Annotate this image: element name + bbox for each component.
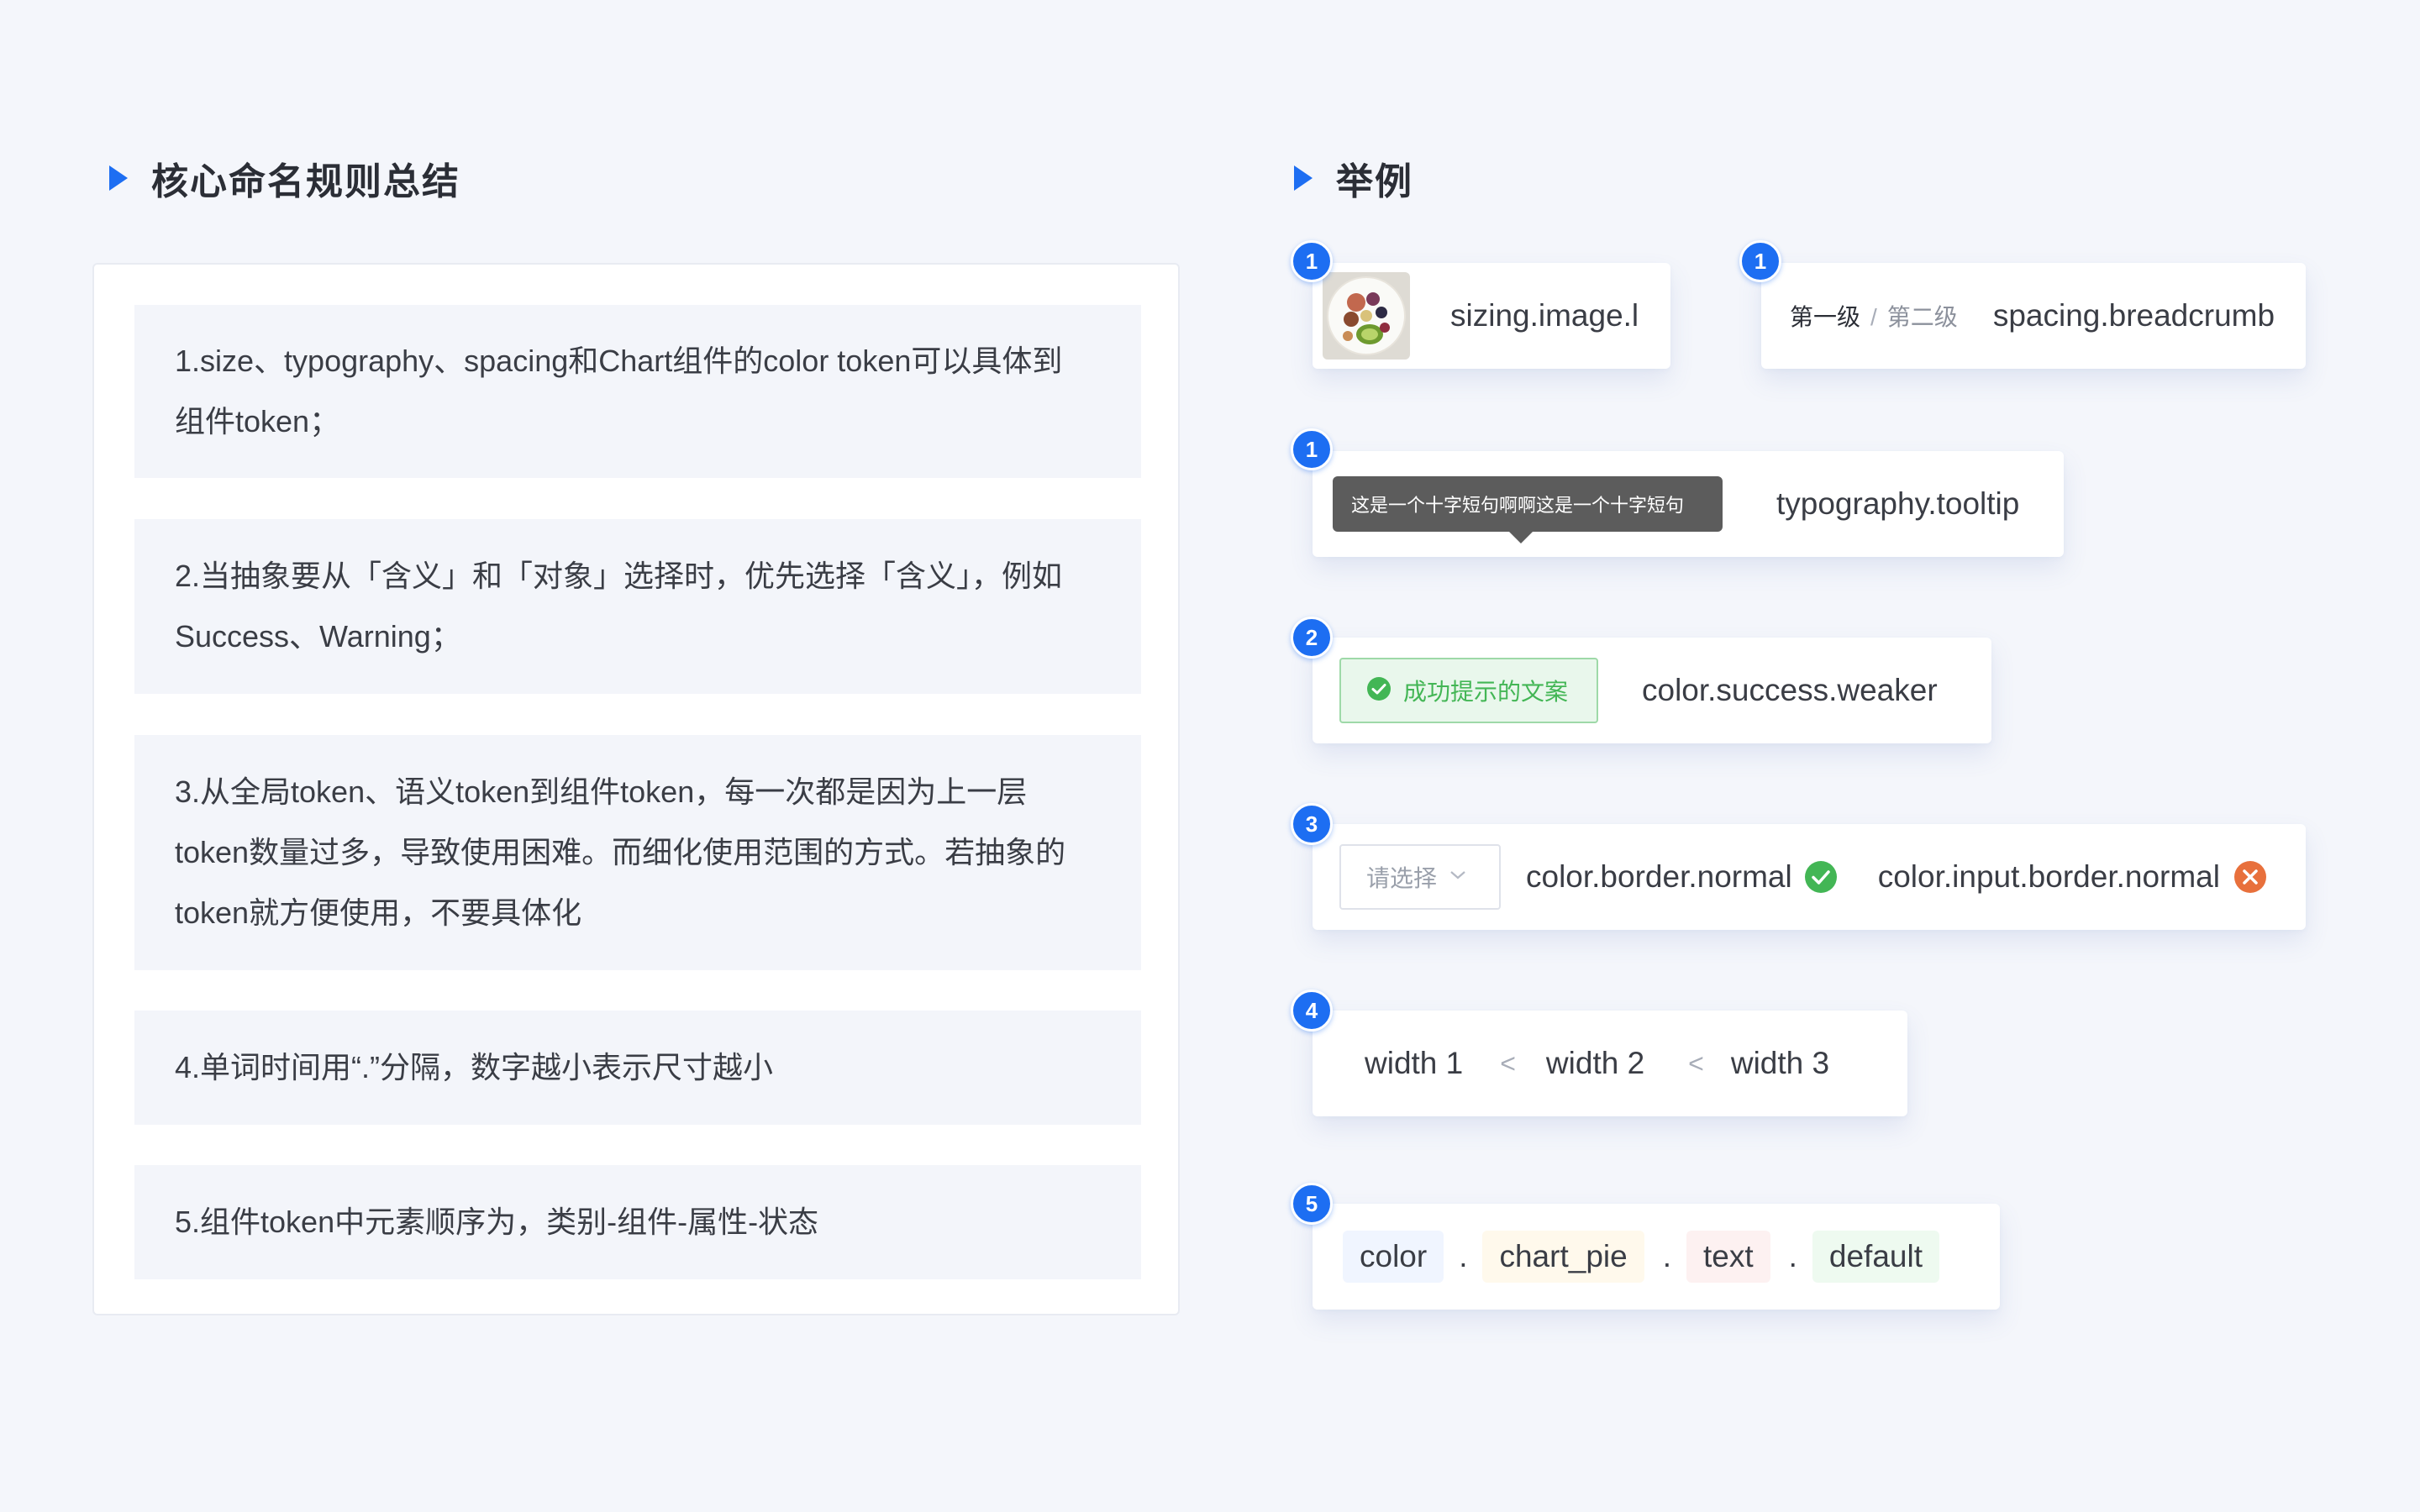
select-placeholder: 请选择 bbox=[1366, 865, 1438, 891]
chevron-down-icon bbox=[1449, 869, 1467, 885]
dot-separator: . bbox=[1788, 1239, 1797, 1273]
token-label: typography.tooltip bbox=[1776, 486, 2020, 521]
number-badge: 1 bbox=[1291, 240, 1333, 282]
rule-text: 3.从全局token、语义token到组件token，每一次都是因为上一层 to… bbox=[175, 762, 1065, 943]
select-dropdown[interactable]: 请选择 bbox=[1339, 844, 1501, 910]
rule-line: 2.当抽象要从「含义」和「对象」选择时，优先选择「含义」，例如 bbox=[175, 559, 1063, 593]
breadcrumb-level-2: 第二级 bbox=[1886, 304, 1958, 330]
example-image-card: sizing.image.l bbox=[1313, 263, 1670, 369]
example-order-card: color . chart_pie . text . default bbox=[1313, 1204, 2000, 1310]
rule-text: 5.组件token中元素顺序为，类别-组件-属性-状态 bbox=[175, 1192, 818, 1252]
number-badge: 2 bbox=[1291, 617, 1333, 659]
token-label: color.success.weaker bbox=[1642, 673, 1938, 707]
examples-title: 举例 bbox=[1336, 161, 1413, 202]
example-success-card: 成功提示的文案 color.success.weaker bbox=[1313, 638, 1991, 743]
rule-item: 3.从全局token、语义token到组件token，每一次都是因为上一层 to… bbox=[134, 735, 1141, 970]
rules-title: 核心命名规则总结 bbox=[151, 161, 460, 202]
examples-section-title: 举例 bbox=[1294, 151, 1413, 205]
example-width-card: width 1 < width 2 < width 3 bbox=[1313, 1011, 1907, 1116]
width-2-label: width 2 bbox=[1545, 1046, 1645, 1080]
rule-line: 3.从全局token、语义token到组件token，每一次都是因为上一层 bbox=[175, 774, 1028, 809]
less-than-icon: < bbox=[1500, 1047, 1516, 1079]
close-circle-icon bbox=[2233, 860, 2267, 894]
check-circle-icon bbox=[1804, 860, 1838, 894]
rule-item: 2.当抽象要从「含义」和「对象」选择时，优先选择「含义」，例如 Success、… bbox=[134, 519, 1141, 694]
food-image bbox=[1323, 272, 1410, 360]
example-tooltip-card: 这是一个十字短句啊啊这是一个十字短句 typography.tooltip bbox=[1313, 451, 2064, 557]
dot-separator: . bbox=[1662, 1239, 1671, 1273]
rule-line: 4.单词时间用“.”分隔，数字越小表示尺寸越小 bbox=[175, 1050, 774, 1084]
category-pill: color bbox=[1343, 1231, 1444, 1283]
rule-item: 4.单词时间用“.”分隔，数字越小表示尺寸越小 bbox=[134, 1011, 1141, 1125]
state-pill: default bbox=[1812, 1231, 1939, 1283]
token-label: sizing.image.l bbox=[1450, 298, 1639, 333]
tooltip-text: 这是一个十字短句啊啊这是一个十字短句 bbox=[1351, 495, 1685, 516]
success-tag-text: 成功提示的文案 bbox=[1403, 679, 1569, 705]
width-1-label: width 1 bbox=[1365, 1046, 1464, 1080]
less-than-icon: < bbox=[1688, 1047, 1704, 1079]
example-border-card: 请选择 color.border.normal color.input.bord… bbox=[1313, 824, 2306, 930]
rule-text: 2.当抽象要从「含义」和「对象」选择时，优先选择「含义」，例如 Success、… bbox=[175, 546, 1062, 667]
check-circle-icon bbox=[1366, 676, 1392, 706]
caret-right-icon bbox=[1294, 165, 1313, 191]
rule-line: Success、Warning； bbox=[175, 619, 461, 654]
number-badge: 3 bbox=[1291, 803, 1333, 845]
token-label: color.border.normal bbox=[1526, 859, 1792, 894]
rule-line: 组件token； bbox=[175, 404, 340, 438]
number-badge: 1 bbox=[1739, 240, 1781, 282]
number-badge: 4 bbox=[1291, 990, 1333, 1032]
example-breadcrumb-card: 第一级 / 第二级 spacing.breadcrumb bbox=[1761, 263, 2306, 369]
component-pill: chart_pie bbox=[1482, 1231, 1644, 1283]
rule-text: 4.单词时间用“.”分隔，数字越小表示尺寸越小 bbox=[175, 1037, 773, 1098]
rule-text: 1.size、typography、spacing和Chart组件的color … bbox=[175, 331, 1062, 452]
breadcrumb-separator: / bbox=[1870, 304, 1877, 330]
rule-item: 1.size、typography、spacing和Chart组件的color … bbox=[134, 305, 1141, 478]
rule-line: 5.组件token中元素顺序为，类别-组件-属性-状态 bbox=[175, 1205, 819, 1239]
success-tag: 成功提示的文案 bbox=[1339, 658, 1598, 723]
rules-card: 1.size、typography、spacing和Chart组件的color … bbox=[92, 263, 1180, 1315]
rule-item: 5.组件token中元素顺序为，类别-组件-属性-状态 bbox=[134, 1165, 1141, 1279]
rules-section-title: 核心命名规则总结 bbox=[109, 151, 460, 205]
property-pill: text bbox=[1686, 1231, 1770, 1283]
dot-separator: . bbox=[1459, 1239, 1468, 1273]
rule-line: token数量过多，导致使用困难。而细化使用范围的方式。若抽象的 bbox=[175, 835, 1066, 869]
tooltip: 这是一个十字短句啊啊这是一个十字短句 bbox=[1333, 476, 1723, 543]
breadcrumb-level-1[interactable]: 第一级 bbox=[1790, 304, 1860, 330]
rule-line: 1.size、typography、spacing和Chart组件的color … bbox=[175, 344, 1063, 378]
breadcrumb: 第一级 / 第二级 bbox=[1790, 299, 1958, 333]
width-3-label: width 3 bbox=[1730, 1046, 1830, 1080]
caret-right-icon bbox=[109, 165, 128, 191]
number-badge: 1 bbox=[1291, 428, 1333, 470]
number-badge: 5 bbox=[1291, 1183, 1333, 1225]
token-label: color.input.border.normal bbox=[1877, 859, 2220, 894]
rule-line: token就方便使用，不要具体化 bbox=[175, 895, 582, 930]
token-label: spacing.breadcrumb bbox=[1992, 298, 2275, 333]
